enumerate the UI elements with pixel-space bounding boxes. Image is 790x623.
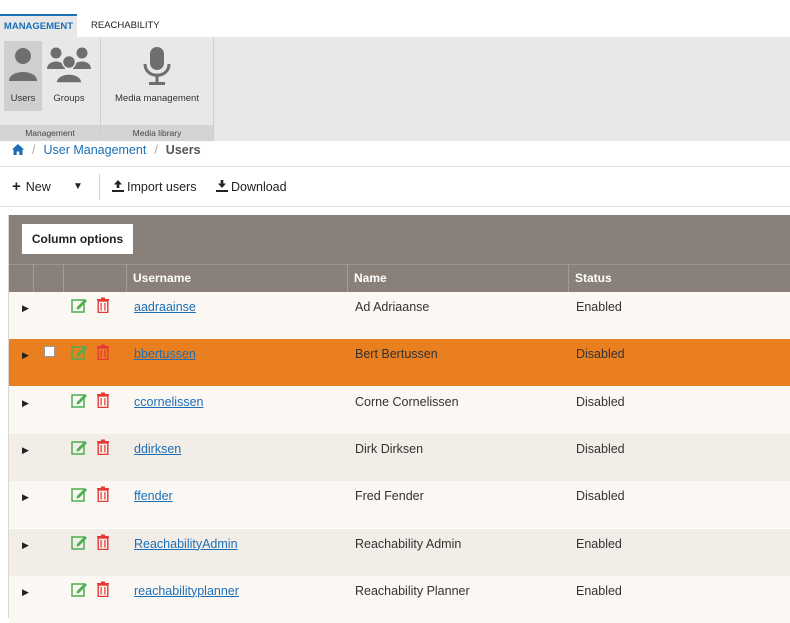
group-icon xyxy=(47,47,91,84)
users-button[interactable]: Users xyxy=(4,41,42,111)
trash-icon[interactable] xyxy=(96,297,110,317)
name-cell: Dirk Dirksen xyxy=(355,441,424,456)
table-row[interactable]: ▶ reachabilityplanner Reachability Planner… xyxy=(9,575,790,623)
new-dropdown-button[interactable]: ▼ xyxy=(73,172,83,202)
toolbar-separator xyxy=(99,174,100,200)
username-link[interactable]: ccornelissen xyxy=(134,394,203,410)
groups-button[interactable]: Groups xyxy=(46,41,92,111)
username-link[interactable]: ffender xyxy=(134,488,173,504)
status-cell: Enabled xyxy=(576,300,622,314)
status-cell: Disabled xyxy=(576,489,625,504)
name-cell: Reachability Planner xyxy=(355,583,470,598)
ribbon-group-media-library: Media management Media library xyxy=(101,37,214,141)
status-cell: Disabled xyxy=(576,394,625,409)
download-button[interactable]: Download xyxy=(216,172,287,202)
media-management-button[interactable]: Media management xyxy=(107,41,207,111)
username-link[interactable]: bbertussen xyxy=(134,346,196,362)
expand-arrow-icon[interactable]: ▶ xyxy=(22,489,29,505)
import-users-label: Import users xyxy=(127,180,197,194)
edit-icon[interactable] xyxy=(71,297,89,317)
grid-header-bar: Column options xyxy=(9,215,790,264)
groups-button-label: Groups xyxy=(53,93,85,104)
header-expand-col xyxy=(9,265,34,292)
ribbon-group-label: Management xyxy=(0,125,100,141)
table-row[interactable]: ▶ ffender Fred Fender Disabled xyxy=(9,481,790,529)
edit-icon[interactable] xyxy=(71,581,89,601)
download-icon xyxy=(216,180,228,192)
ribbon: Users Groups Management Media management xyxy=(0,37,790,141)
trash-icon[interactable] xyxy=(96,581,110,601)
column-options-button[interactable]: Column options xyxy=(22,224,133,254)
header-username[interactable]: Username xyxy=(127,265,348,292)
edit-icon[interactable] xyxy=(71,392,89,412)
breadcrumb: / User Management / Users xyxy=(12,141,201,163)
users-grid: Column options Username Name Status ▶ aad… xyxy=(8,215,790,623)
trash-icon[interactable] xyxy=(96,534,110,554)
row-checkbox[interactable] xyxy=(44,346,55,358)
download-label: Download xyxy=(231,180,287,194)
expand-arrow-icon[interactable]: ▶ xyxy=(22,584,29,600)
new-button[interactable]: + New xyxy=(12,172,51,202)
ribbon-tabbar: MANAGEMENT REACHABILITY xyxy=(0,14,790,37)
divider xyxy=(0,206,790,207)
header-status[interactable]: Status xyxy=(569,265,790,292)
table-row[interactable]: ▶ ccornelissen Corne Cornelissen Disabled xyxy=(9,386,790,434)
header-actions-col xyxy=(64,265,127,292)
table-header: Username Name Status xyxy=(9,264,790,292)
caret-down-icon: ▼ xyxy=(73,181,83,192)
expand-arrow-icon[interactable]: ▶ xyxy=(22,347,29,363)
users-button-label: Users xyxy=(10,93,36,104)
ribbon-group-management: Users Groups Management xyxy=(0,37,101,141)
tab-reachability[interactable]: REACHABILITY xyxy=(91,14,160,37)
status-cell: Disabled xyxy=(576,347,625,362)
header-select-col[interactable] xyxy=(34,265,64,292)
expand-arrow-icon[interactable]: ▶ xyxy=(22,537,29,553)
expand-arrow-icon[interactable]: ▶ xyxy=(22,300,29,316)
username-link[interactable]: aadraainse xyxy=(134,299,196,315)
trash-icon[interactable] xyxy=(96,486,110,506)
user-icon xyxy=(9,48,37,81)
ribbon-group-label: Media library xyxy=(101,125,213,141)
edit-icon[interactable] xyxy=(71,534,89,554)
divider xyxy=(0,166,790,167)
header-name[interactable]: Name xyxy=(348,265,569,292)
edit-icon[interactable] xyxy=(71,486,89,506)
name-cell: Fred Fender xyxy=(355,489,424,504)
breadcrumb-separator: / xyxy=(32,143,36,157)
name-cell: Bert Bertussen xyxy=(355,347,438,362)
username-link[interactable]: ReachabilityAdmin xyxy=(134,536,238,552)
upload-icon xyxy=(112,180,124,192)
home-icon[interactable] xyxy=(12,142,24,161)
status-cell: Enabled xyxy=(576,583,622,598)
breadcrumb-user-management[interactable]: User Management xyxy=(43,143,146,157)
status-cell: Disabled xyxy=(576,441,625,456)
trash-icon[interactable] xyxy=(96,344,110,364)
import-users-button[interactable]: Import users xyxy=(112,172,196,202)
new-button-label: New xyxy=(25,180,51,194)
name-cell: Corne Cornelissen xyxy=(355,394,459,409)
edit-icon[interactable] xyxy=(71,439,89,459)
table-row[interactable]: ▶ ddirksen Dirk Dirksen Disabled xyxy=(9,433,790,481)
edit-icon[interactable] xyxy=(71,344,89,364)
breadcrumb-current: Users xyxy=(165,143,201,157)
microphone-icon xyxy=(143,47,171,85)
plus-icon: + xyxy=(12,178,21,195)
table-row[interactable]: ▶ aadraainse Ad Adriaanse Enabled xyxy=(9,292,790,339)
username-link[interactable]: reachabilityplanner xyxy=(134,583,239,599)
username-link[interactable]: ddirksen xyxy=(134,441,181,457)
name-cell: Reachability Admin xyxy=(355,536,462,551)
table-row[interactable]: ▶ bbertussen Bert Bertussen Disabled xyxy=(9,339,790,387)
expand-arrow-icon[interactable]: ▶ xyxy=(22,442,29,458)
toolbar: + New ▼ Import users Download xyxy=(0,172,790,202)
breadcrumb-separator: / xyxy=(154,143,158,157)
media-management-button-label: Media management xyxy=(115,93,199,104)
name-cell: Ad Adriaanse xyxy=(355,300,430,314)
tab-management[interactable]: MANAGEMENT xyxy=(0,14,77,37)
trash-icon[interactable] xyxy=(96,392,110,412)
expand-arrow-icon[interactable]: ▶ xyxy=(22,395,29,411)
table-row[interactable]: ▶ ReachabilityAdmin Reachability Admin Enab… xyxy=(9,528,790,576)
status-cell: Enabled xyxy=(576,536,622,551)
trash-icon[interactable] xyxy=(96,439,110,459)
